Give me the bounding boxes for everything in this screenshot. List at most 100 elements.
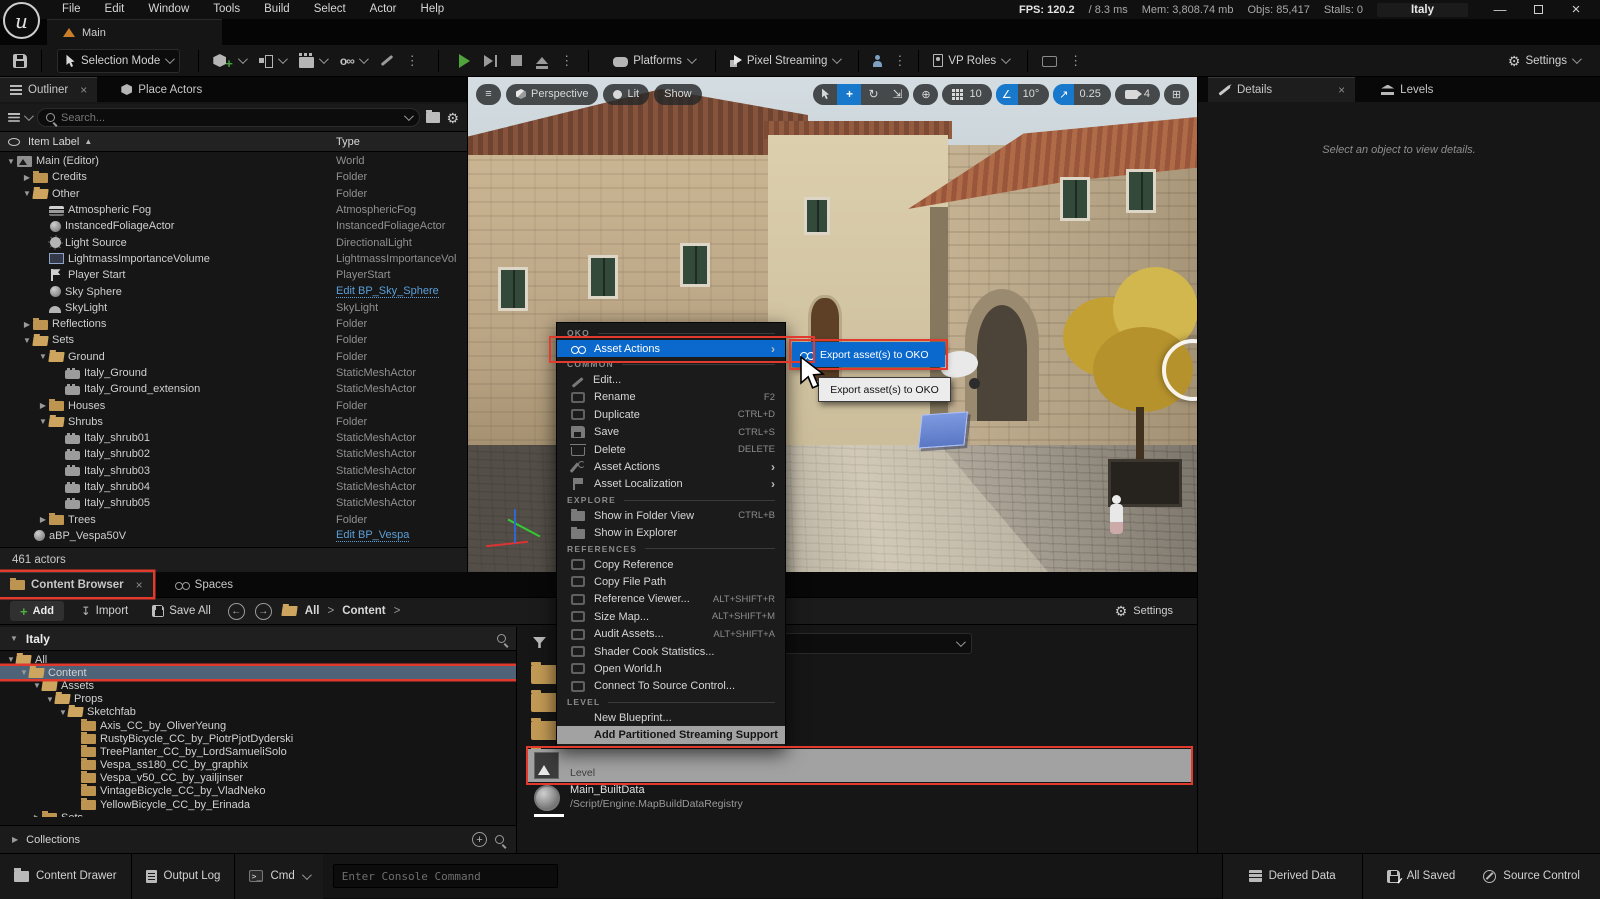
vp-roles-dropdown[interactable]: VP Roles [926,49,1015,73]
tab-levels[interactable]: Levels [1371,77,1443,102]
close-tab-icon[interactable]: × [136,578,143,592]
outliner-row[interactable]: Italy_shrub04StaticMeshActor [0,479,467,495]
grid-snap-toggle[interactable]: 10 [942,84,991,105]
asset-folder-icon[interactable] [531,721,557,740]
world-local-toggle[interactable]: ⊕ [913,84,938,105]
collapse-icon[interactable]: ▼ [22,336,32,345]
menu-actor[interactable]: Actor [358,0,409,19]
source-control-button[interactable]: Source Control [1469,854,1600,899]
tab-place-actors[interactable]: Place Actors [111,77,212,102]
outliner-row[interactable]: ▼SetsFolder [0,332,467,348]
blueprints-dropdown[interactable] [252,49,292,73]
create-folder-icon[interactable] [426,112,440,123]
folder-tree-row[interactable]: ▼Sketchfab [0,706,516,719]
play-button[interactable] [452,49,477,73]
scale-tool[interactable]: ⇲ [885,84,909,105]
collapse-icon[interactable]: ▼ [38,417,48,426]
actor-type-link[interactable]: Edit BP_Sky_Sphere [336,285,439,298]
paint-tool-button[interactable] [373,49,401,73]
outliner-row[interactable]: ▼ShrubsFolder [0,414,467,430]
folder-tree-row[interactable]: VintageBicycle_CC_by_VladNeko [0,785,516,798]
outliner-settings-icon[interactable]: ⚙ [446,111,459,125]
folder-tree-row[interactable]: Vespa_ss180_CC_by_graphix [0,759,516,772]
move-tool[interactable]: + [837,84,861,105]
folder-tree-row[interactable]: YellowBicycle_CC_by_Erinada [0,798,516,811]
add-collection-icon[interactable]: + [472,832,487,847]
show-dropdown[interactable]: Show [654,84,702,105]
breadcrumb-all[interactable]: All [305,605,320,617]
menu-build[interactable]: Build [252,0,302,19]
menu-item-show-in-folder-view[interactable]: Show in Folder ViewCTRL+B [557,507,785,524]
outliner-row[interactable]: ▶CreditsFolder [0,169,467,185]
rotation-snap-toggle[interactable]: ∠10° [996,84,1050,105]
expand-icon[interactable]: ▶ [38,515,48,524]
collapse-icon[interactable]: ▼ [22,189,32,198]
frame-skip-button[interactable] [477,49,505,73]
menu-item-asset-localization[interactable]: Asset Localization› [557,476,785,493]
stop-button[interactable] [504,49,529,73]
viewport-options-menu[interactable]: ≡ [476,84,501,105]
collapse-icon[interactable]: ▼ [38,352,48,361]
selection-mode-dropdown[interactable]: Selection Mode [57,49,180,73]
menu-item-asset-actions[interactable]: Asset Actions› [557,340,785,357]
folder-tree-row[interactable]: ▶Sets [0,811,516,817]
tab-spaces[interactable]: Spaces [165,572,243,597]
expand-icon[interactable]: ▶ [32,813,42,817]
folder-tree-row[interactable]: TreePlanter_CC_by_LordSamueliSolo [0,745,516,758]
oko-dropdown[interactable]: o∞ [333,49,373,73]
expand-icon[interactable]: ▶ [22,173,32,182]
add-actor-dropdown[interactable]: + [206,49,252,73]
menu-file[interactable]: File [50,0,93,19]
outliner-row[interactable]: ▼Main (Editor)World [0,153,467,169]
menu-item-open-world-h[interactable]: Open World.h [557,660,785,677]
outliner-row[interactable]: Italy_shrub03StaticMeshActor [0,463,467,479]
scale-snap-toggle[interactable]: ↗0.25 [1053,84,1111,105]
scene-selected-actor[interactable] [918,411,968,448]
rotate-tool[interactable]: ↻ [861,84,885,105]
save-all-button[interactable]: Save All [145,599,218,623]
output-log-button[interactable]: Output Log [132,854,236,899]
menu-help[interactable]: Help [409,0,457,19]
menu-window[interactable]: Window [136,0,201,19]
broadcast-button[interactable] [1035,49,1064,73]
col-item-label[interactable]: Item Label [28,136,79,148]
restore-button[interactable] [1532,4,1544,16]
outliner-row[interactable]: Italy_shrub05StaticMeshActor [0,495,467,511]
menu-item-new-blueprint[interactable]: New Blueprint... [557,709,785,726]
toolbar-overflow-menu[interactable]: ⋮ [401,53,424,69]
menu-item-audit-assets[interactable]: Audit Assets...ALT+SHIFT+A [557,625,785,642]
outliner-row[interactable]: ▶HousesFolder [0,397,467,413]
folder-tree-row[interactable]: Vespa_v50_CC_by_yailjinser [0,772,516,785]
breadcrumb-content[interactable]: Content [342,605,385,617]
cinematics-dropdown[interactable] [292,49,333,73]
broadcast-options-menu[interactable]: ⋮ [1064,53,1087,69]
outliner-row[interactable]: ▼GroundFolder [0,349,467,365]
menu-item-copy-reference[interactable]: Copy Reference [557,556,785,573]
expand-icon[interactable]: ▶ [22,320,32,329]
menu-item-edit[interactable]: Edit... [557,371,785,388]
source-collection-header[interactable]: ▼ Italy [0,627,516,651]
menu-item-duplicate[interactable]: DuplicateCTRL+D [557,406,785,423]
tab-content-browser[interactable]: Content Browser × [0,572,153,597]
select-tool[interactable] [813,84,837,105]
search-icon[interactable] [497,634,506,643]
forward-button[interactable]: → [255,603,272,620]
play-options-menu[interactable]: ⋮ [555,53,578,69]
eye-icon[interactable] [8,138,20,146]
menu-item-show-in-explorer[interactable]: Show in Explorer [557,525,785,542]
selected-asset-row[interactable]: Level [528,749,1191,782]
back-button[interactable]: ← [228,603,245,620]
outliner-row[interactable]: ▶TreesFolder [0,512,467,528]
menu-item-save[interactable]: SaveCTRL+S [557,424,785,441]
menu-item-asset-actions[interactable]: Asset Actions› [557,458,785,475]
outliner-row[interactable]: ▶ReflectionsFolder [0,316,467,332]
menu-item-size-map[interactable]: Size Map...ALT+SHIFT+M [557,608,785,625]
import-button[interactable]: ↧Import [74,599,135,623]
outliner-row[interactable]: Player StartPlayerStart [0,267,467,283]
menu-item-copy-file-path[interactable]: Copy File Path [557,573,785,590]
menu-item-delete[interactable]: DeleteDELETE [557,441,785,458]
menu-item-connect-to-source-control[interactable]: Connect To Source Control... [557,678,785,695]
tab-outliner[interactable]: Outliner × [0,77,97,102]
asset-row-main-builtdata[interactable]: Main_BuiltData /Script/Engine.MapBuildDa… [528,784,1191,817]
content-browser-settings-button[interactable]: ⚙ Settings [1115,604,1187,618]
